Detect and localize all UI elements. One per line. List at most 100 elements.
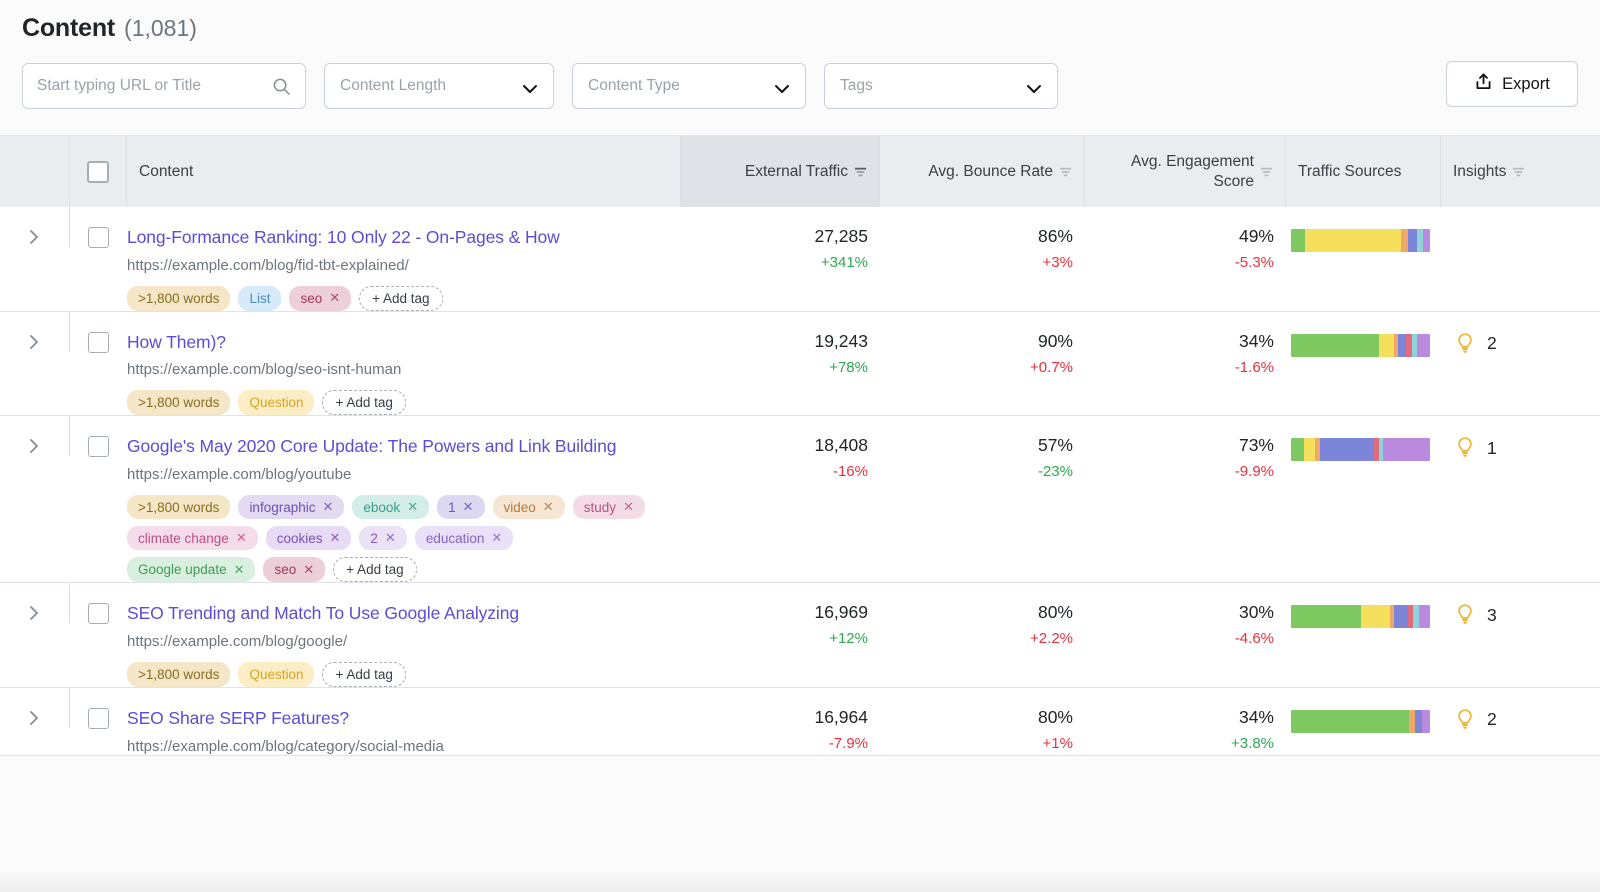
content-title-link[interactable]: SEO Share SERP Features?: [127, 706, 667, 732]
content-tag[interactable]: List: [238, 286, 281, 311]
sort-icon[interactable]: [1059, 165, 1072, 178]
remove-tag-icon[interactable]: ✕: [329, 290, 340, 306]
table-row: How Them)? https://example.com/blog/seo-…: [0, 312, 1600, 417]
chevron-right-icon[interactable]: [28, 227, 41, 247]
header-select-all-cell: [70, 136, 127, 207]
content-tag[interactable]: study ✕: [573, 495, 645, 519]
row-external-traffic-cell: 27,285 +341%: [681, 207, 880, 271]
content-tag-label: seo: [274, 562, 296, 577]
remove-tag-icon[interactable]: ✕: [491, 530, 502, 546]
row-insights-cell: [1441, 207, 1600, 227]
content-tag[interactable]: Question: [238, 662, 314, 687]
remove-tag-icon[interactable]: ✕: [234, 562, 245, 578]
content-tag[interactable]: ebook✕: [352, 495, 429, 519]
chevron-right-icon[interactable]: [28, 332, 41, 352]
header-engagement-score[interactable]: Avg. Engagement Score: [1085, 136, 1286, 207]
filter-content-type[interactable]: Content Type: [572, 63, 806, 109]
content-title-link[interactable]: SEO Trending and Match To Use Google Ana…: [127, 601, 667, 627]
content-title-link[interactable]: Google's May 2020 Core Update: The Power…: [127, 434, 667, 460]
row-external-traffic-cell: 18,408 -16%: [681, 416, 880, 480]
remove-tag-icon[interactable]: ✕: [236, 530, 247, 546]
content-tag[interactable]: Question: [238, 390, 314, 415]
export-button[interactable]: Export: [1446, 61, 1578, 107]
content-tag[interactable]: >1,800 words: [127, 495, 230, 519]
engagement-score-delta: -1.6%: [1085, 359, 1274, 376]
remove-tag-icon[interactable]: ✕: [463, 499, 474, 515]
header-external-traffic[interactable]: External Traffic: [681, 136, 880, 207]
row-expand-cell: [0, 207, 70, 247]
content-tag[interactable]: cookies✕: [266, 526, 352, 550]
search-box[interactable]: [22, 63, 306, 109]
content-tag-label: List: [249, 291, 270, 306]
header-insights[interactable]: Insights: [1441, 136, 1600, 207]
traffic-sources-bar[interactable]: [1291, 438, 1430, 461]
chevron-right-icon[interactable]: [28, 436, 41, 456]
engagement-score-value: 34%: [1085, 707, 1274, 728]
sort-icon[interactable]: [1260, 165, 1273, 178]
content-tag[interactable]: >1,800 words: [127, 286, 230, 311]
search-input[interactable]: [37, 64, 291, 108]
content-tag-list: >1,800 words infographic✕ ebook✕ 1✕ video✕ st…: [127, 495, 647, 582]
remove-tag-icon[interactable]: ✕: [623, 499, 634, 515]
traffic-sources-bar[interactable]: [1291, 605, 1430, 628]
row-checkbox[interactable]: [88, 436, 109, 457]
row-checkbox[interactable]: [88, 708, 109, 729]
remove-tag-icon[interactable]: ✕: [330, 530, 341, 546]
sort-icon[interactable]: [854, 165, 867, 178]
row-checkbox[interactable]: [88, 332, 109, 353]
header-traffic-sources: Traffic Sources: [1286, 136, 1441, 207]
chevron-down-icon: [774, 81, 790, 91]
content-tag[interactable]: 2✕: [359, 526, 406, 550]
remove-tag-icon[interactable]: ✕: [543, 499, 554, 515]
remove-tag-icon[interactable]: ✕: [407, 499, 418, 515]
content-url: https://example.com/blog/google/: [127, 633, 667, 650]
traffic-sources-bar[interactable]: [1291, 229, 1430, 252]
content-tag[interactable]: climate change✕: [127, 526, 258, 550]
content-tag[interactable]: education✕: [415, 526, 513, 550]
select-all-checkbox[interactable]: [87, 161, 109, 183]
content-title-link[interactable]: How Them)?: [127, 330, 667, 356]
content-tag-label: study: [584, 500, 616, 515]
content-tag[interactable]: infographic✕: [238, 495, 344, 519]
content-tag[interactable]: 1✕: [437, 495, 484, 519]
row-bounce-rate-cell: 80% +1%: [880, 688, 1085, 752]
content-tag[interactable]: >1,800 words: [127, 390, 230, 415]
traffic-sources-bar[interactable]: [1291, 334, 1430, 357]
traffic-source-segment: [1408, 229, 1418, 252]
row-checkbox[interactable]: [88, 603, 109, 624]
row-content-cell: Long-Formance Ranking: 10 Only 22 - On-P…: [127, 207, 681, 311]
traffic-sources-bar[interactable]: [1291, 710, 1430, 733]
header-bounce-rate[interactable]: Avg. Bounce Rate: [880, 136, 1085, 207]
table-row: Long-Formance Ranking: 10 Only 22 - On-P…: [0, 207, 1600, 312]
filter-tags[interactable]: Tags: [824, 63, 1058, 109]
remove-tag-icon[interactable]: ✕: [385, 530, 396, 546]
add-tag-button[interactable]: + Add tag: [333, 557, 416, 582]
lightbulb-icon: [1455, 436, 1475, 460]
traffic-source-segment: [1383, 438, 1430, 461]
content-tag[interactable]: >1,800 words: [127, 662, 230, 687]
remove-tag-icon[interactable]: ✕: [303, 562, 314, 578]
lightbulb-icon: [1455, 708, 1475, 732]
content-tag[interactable]: Google update✕: [127, 557, 255, 582]
remove-tag-icon[interactable]: ✕: [322, 499, 333, 515]
add-tag-button[interactable]: + Add tag: [359, 286, 442, 311]
page-item-count: (1,081): [124, 15, 197, 42]
content-tag[interactable]: seo ✕: [289, 286, 351, 311]
content-title-link[interactable]: Long-Formance Ranking: 10 Only 22 - On-P…: [127, 225, 667, 251]
chevron-right-icon[interactable]: [28, 708, 41, 728]
content-tag[interactable]: seo ✕: [263, 557, 325, 582]
traffic-source-segment: [1401, 229, 1408, 252]
add-tag-button[interactable]: + Add tag: [322, 662, 405, 687]
content-tag[interactable]: video✕: [493, 495, 565, 519]
traffic-source-segment: [1419, 605, 1430, 628]
content-tag-label: seo: [300, 291, 322, 306]
sort-icon[interactable]: [1512, 165, 1525, 178]
chevron-right-icon[interactable]: [28, 603, 41, 623]
header-content-label: Content: [139, 163, 193, 181]
row-checkbox[interactable]: [88, 227, 109, 248]
row-insights-cell: 3: [1441, 583, 1600, 627]
add-tag-button[interactable]: + Add tag: [322, 390, 405, 415]
filter-content-length[interactable]: Content Length: [324, 63, 554, 109]
traffic-source-segment: [1415, 710, 1422, 733]
row-select-cell: [70, 416, 127, 457]
